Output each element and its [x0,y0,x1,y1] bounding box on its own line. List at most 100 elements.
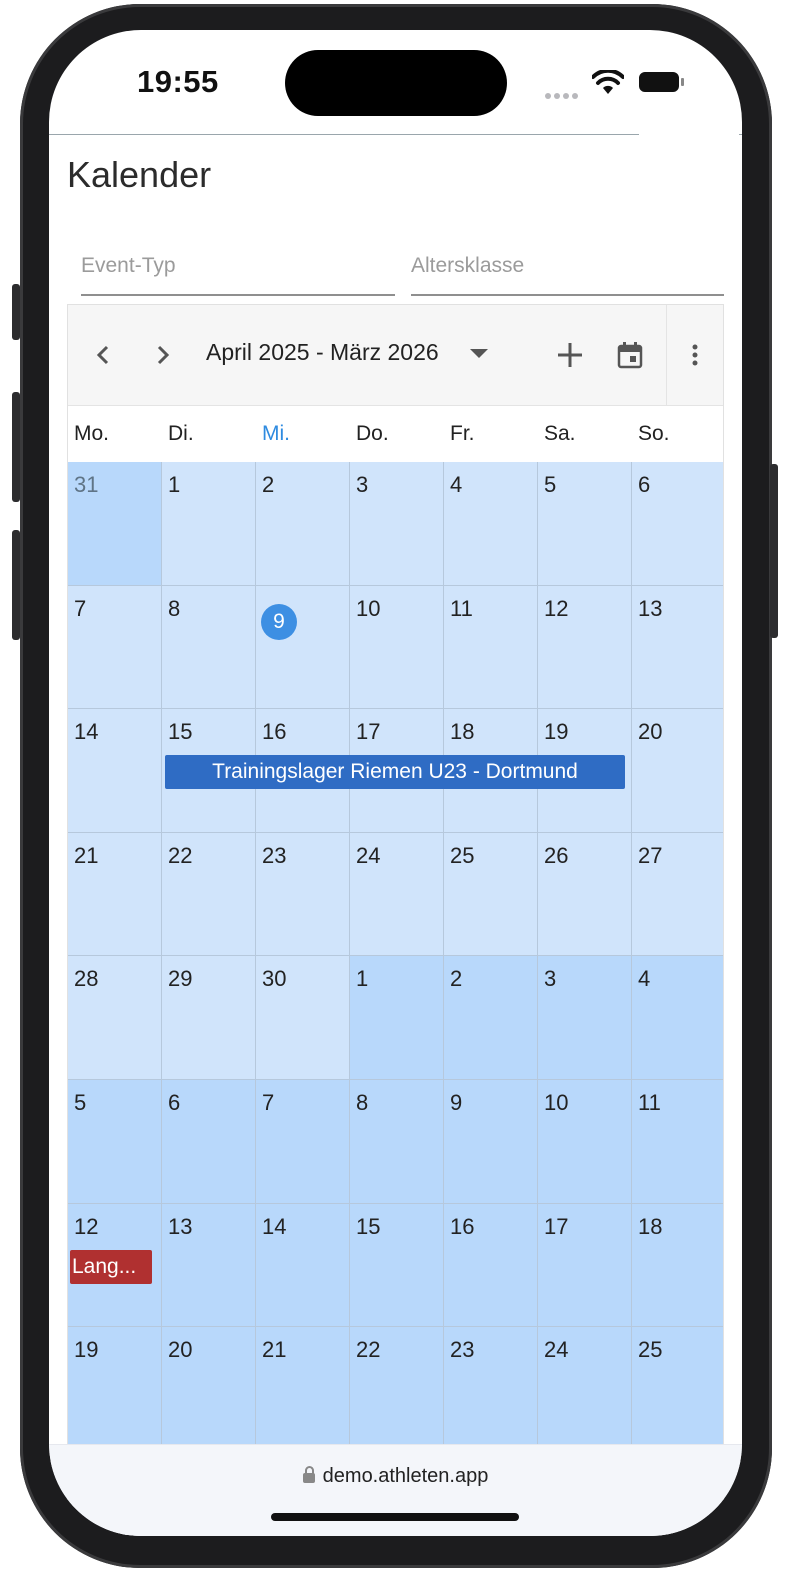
day-cell[interactable]: 15 [350,1203,444,1328]
day-number: 22 [356,1337,381,1363]
battery-cap [681,78,684,86]
today-badge: 9 [261,603,297,640]
day-cell[interactable]: 20 [632,709,723,833]
day-cell[interactable]: 16 [444,1203,538,1328]
prev-button[interactable] [80,331,128,379]
day-cell[interactable]: 13 [632,585,723,710]
day-cell[interactable]: 21 [256,1327,350,1451]
day-number: 13 [638,595,663,621]
day-cell[interactable]: 6 [162,1080,256,1204]
day-number: 20 [638,719,663,745]
url-display[interactable]: demo.athleten.app [49,1465,742,1488]
day-number: 16 [262,719,287,745]
day-number: 3 [356,472,369,497]
event-type-placeholder: Event-Typ [81,254,176,277]
day-cell[interactable]: 23 [256,832,350,957]
day-cell[interactable]: 4 [632,956,723,1080]
day-cell[interactable]: 23 [444,1327,538,1451]
day-cell[interactable]: 29 [162,956,256,1080]
day-cell[interactable]: 14 [256,1203,350,1328]
calendar-today-icon [617,342,643,369]
chevron-right-icon [157,345,170,365]
day-cell[interactable]: 25 [632,1327,723,1451]
next-button[interactable] [138,331,186,379]
day-cell[interactable]: 9 [444,1080,538,1204]
weekday-label: Do. [356,422,389,445]
home-indicator [271,1513,519,1521]
day-cell[interactable]: 24 [350,832,444,957]
day-number: 29 [168,966,193,992]
day-number: 10 [356,595,381,621]
day-cell[interactable]: 13 [162,1203,256,1328]
day-cell[interactable]: 20 [162,1327,256,1451]
add-event-button[interactable] [546,331,594,379]
day-cell[interactable]: 10 [538,1080,632,1204]
day-number: 2 [262,472,275,497]
day-cell[interactable]: 17 [538,1203,632,1328]
weekday-label: Mo. [74,422,110,445]
weekday-label: Mi. [262,422,290,445]
today-button[interactable] [606,331,654,379]
day-cell[interactable]: 1 [162,462,256,586]
day-cell[interactable]: 2 [444,956,538,1080]
calendar: April 2025 - März 2026 Mo. Di. Mi. Do. Fr. Sa… [67,304,724,1536]
day-number: 12 [544,595,569,621]
day-number: 21 [262,1337,287,1363]
day-cell[interactable]: 21 [68,832,162,957]
day-cell[interactable]: 26 [538,832,632,957]
day-cell[interactable]: 11 [632,1080,723,1204]
day-cell[interactable]: 25 [444,832,538,957]
age-class-select[interactable]: Altersklasse [411,240,724,296]
power-button [770,464,778,638]
day-cell[interactable]: 6 [632,462,723,586]
day-cell[interactable]: 3 [538,956,632,1080]
day-cell[interactable]: 4 [444,462,538,586]
day-number: 8 [168,595,181,621]
day-cell[interactable]: 1 [350,956,444,1080]
day-cell[interactable]: 22 [350,1327,444,1451]
day-cell[interactable]: 9 [256,585,350,710]
day-cell[interactable]: 12 [538,585,632,710]
day-cell[interactable]: 19 [68,1327,162,1451]
weekday-label: Di. [168,422,194,445]
day-cell[interactable]: 11 [444,585,538,710]
date-range-label[interactable]: April 2025 - März 2026 [206,339,439,366]
day-cell[interactable]: 24 [538,1327,632,1451]
calendar-event[interactable]: Trainingslager Riemen U23 - Dortmund [165,755,625,790]
calendar-event[interactable]: Lang... [70,1249,152,1284]
day-cell[interactable]: 28 [68,956,162,1080]
day-cell[interactable]: 27 [632,832,723,957]
caret-down-icon[interactable] [470,349,488,358]
day-cell[interactable]: 5 [68,1080,162,1204]
day-number: 20 [168,1337,193,1363]
day-cell[interactable]: 3 [350,462,444,586]
day-cell[interactable]: 10 [350,585,444,710]
more-vertical-icon [692,344,698,366]
day-number: 30 [262,966,287,992]
day-cell[interactable]: 22 [162,832,256,957]
day-cell[interactable]: 7 [256,1080,350,1204]
day-number: 17 [356,719,381,745]
lock-icon [302,1466,315,1483]
day-cell[interactable]: 5 [538,462,632,586]
more-button[interactable] [671,331,719,379]
day-cell[interactable]: 30 [256,956,350,1080]
day-number: 25 [450,842,475,868]
event-type-select[interactable]: Event-Typ [81,240,395,296]
day-cell[interactable]: 14 [68,709,162,833]
volume-down-button [12,530,20,640]
age-class-placeholder: Altersklasse [411,254,525,277]
day-number: 13 [168,1213,193,1239]
day-cell[interactable]: 18 [632,1203,723,1328]
day-cell[interactable]: 31 [68,462,162,586]
day-cell[interactable]: 7 [68,585,162,710]
browser-address-bar[interactable]: demo.athleten.app [49,1444,742,1536]
toolbar-divider [666,305,667,405]
day-number: 7 [262,1090,275,1115]
day-number: 4 [638,966,651,992]
day-cell[interactable]: 2 [256,462,350,586]
day-cell[interactable]: 8 [350,1080,444,1204]
day-cell[interactable]: 8 [162,585,256,710]
day-number: 22 [168,842,193,868]
day-number: 8 [356,1090,369,1115]
